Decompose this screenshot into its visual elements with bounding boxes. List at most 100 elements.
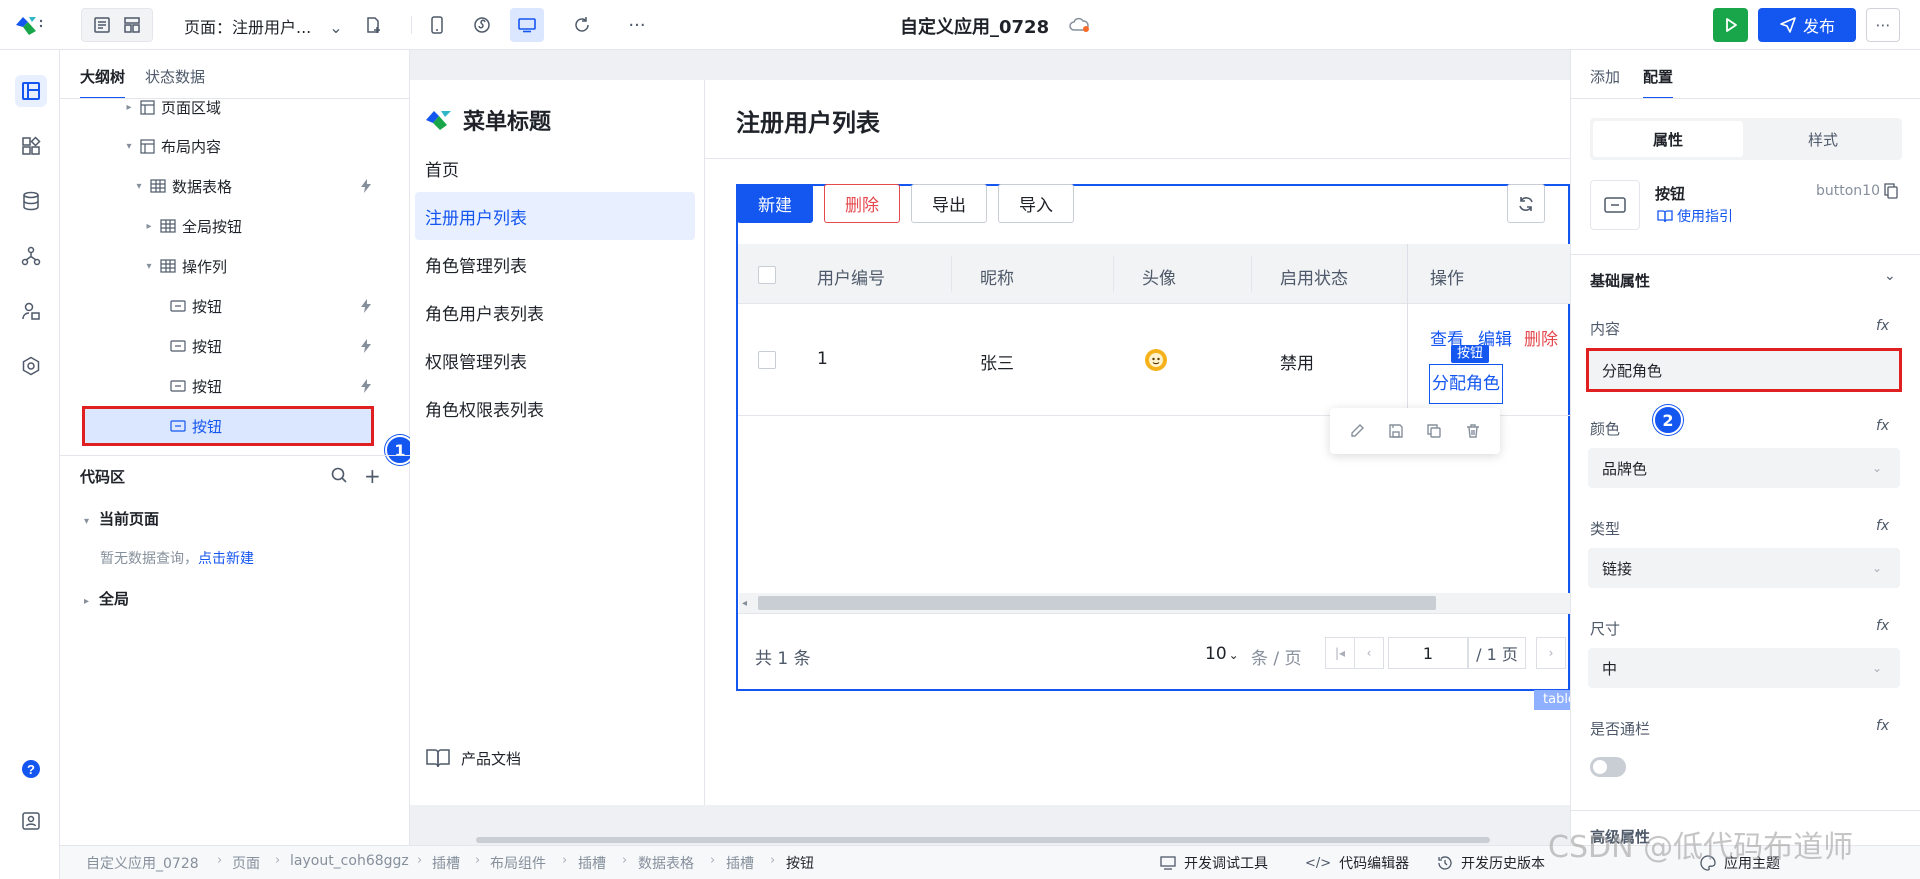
breadcrumb-item[interactable]: 数据表格 <box>638 853 694 873</box>
size-select[interactable]: 中 ⌄ <box>1588 648 1900 688</box>
cloud-sync-icon[interactable] <box>1068 16 1090 34</box>
col-actions: 操作 <box>1430 269 1464 289</box>
docs-link[interactable]: 产品文档 <box>425 747 521 769</box>
scrollbar-thumb[interactable] <box>758 596 1436 610</box>
menu-item-role-users[interactable]: 角色用户表列表 <box>415 288 695 336</box>
event-bolt-icon[interactable] <box>360 379 372 393</box>
create-query-link[interactable]: 点击新建 <box>198 551 254 567</box>
page-number-input[interactable]: 1 <box>1388 637 1468 669</box>
fx-icon[interactable]: fx <box>1876 718 1889 734</box>
mobile-view-icon[interactable] <box>420 8 454 42</box>
seg-properties[interactable]: 属性 <box>1593 121 1743 157</box>
tree-node-button[interactable]: 按钮 <box>60 369 410 403</box>
delete-link[interactable]: 删除 <box>1524 325 1558 350</box>
delete-button[interactable]: 删除 <box>824 184 900 223</box>
page-view-icon[interactable] <box>93 16 111 34</box>
import-button[interactable]: 导入 <box>998 184 1074 223</box>
section-basic-props[interactable]: 基础属性 <box>1590 270 1650 291</box>
menu-item-role-permissions[interactable]: 角色权限表列表 <box>415 384 695 432</box>
dev-debug-tools[interactable]: 开发调试工具 <box>1160 853 1268 873</box>
more-button[interactable]: ⋯ <box>1866 8 1900 42</box>
settings-icon[interactable] <box>15 350 47 382</box>
tree-node-data-table[interactable]: ▾ 数据表格 <box>60 169 410 203</box>
toolbar-more-icon[interactable]: ··· <box>620 8 654 42</box>
dev-history[interactable]: 开发历史版本 <box>1437 853 1545 873</box>
export-button[interactable]: 导出 <box>911 184 987 223</box>
code-editor[interactable]: </> 代码编辑器 <box>1305 853 1409 873</box>
tree-node-layout-content[interactable]: ▾ 布局内容 <box>60 129 410 163</box>
database-icon[interactable] <box>15 185 47 217</box>
publish-button[interactable]: 发布 <box>1758 8 1856 42</box>
workflow-icon[interactable] <box>15 240 47 272</box>
table-refresh-icon[interactable] <box>1507 184 1545 223</box>
event-bolt-icon[interactable] <box>360 299 372 313</box>
breadcrumb-item[interactable]: 自定义应用_0728 <box>86 853 199 873</box>
code-current-page[interactable]: ▾ 当前页面 <box>84 508 159 529</box>
breadcrumb-item[interactable]: layout_coh68ggz <box>290 853 409 869</box>
usage-guide-link[interactable]: 使用指引 <box>1657 206 1733 226</box>
copy-id-icon[interactable] <box>1884 183 1898 199</box>
search-icon[interactable] <box>330 466 348 484</box>
event-bolt-icon[interactable] <box>360 339 372 353</box>
tab-outline-tree[interactable]: 大纲树 <box>80 66 126 99</box>
total-count: 1 <box>777 649 789 669</box>
breadcrumb-item[interactable]: 布局组件 <box>490 853 546 873</box>
breadcrumb-item[interactable]: 插槽 <box>726 853 754 873</box>
tree-node-global-buttons[interactable]: ▸ 全局按钮 <box>60 209 410 243</box>
seg-style[interactable]: 样式 <box>1748 121 1898 157</box>
outline-icon[interactable] <box>15 75 47 107</box>
canvas-scrollbar[interactable] <box>476 837 1490 843</box>
tab-add[interactable]: 添加 <box>1590 66 1620 87</box>
tab-config[interactable]: 配置 <box>1643 66 1674 99</box>
next-page-icon[interactable]: › <box>1536 637 1566 669</box>
breadcrumb-item[interactable]: 页面 <box>232 853 260 873</box>
add-page-icon[interactable] <box>356 8 390 42</box>
tree-node-page-area[interactable]: ▸ 页面区域 <box>60 100 410 124</box>
breadcrumb-item[interactable]: 插槽 <box>578 853 606 873</box>
breadcrumb-current[interactable]: 按钮 <box>786 853 814 873</box>
first-page-icon[interactable]: |◂ <box>1325 637 1355 669</box>
fx-icon[interactable]: fx <box>1876 418 1889 434</box>
menu-item-permissions[interactable]: 权限管理列表 <box>415 336 695 384</box>
tree-node-action-column[interactable]: ▾ 操作列 <box>60 249 410 283</box>
menu-item-role-management[interactable]: 角色管理列表 <box>415 240 695 288</box>
row-checkbox[interactable] <box>758 351 776 369</box>
color-select[interactable]: 品牌色 ⌄ <box>1588 448 1900 488</box>
event-bolt-icon[interactable] <box>360 179 372 193</box>
trash-icon[interactable] <box>1465 423 1481 439</box>
code-global[interactable]: ▸ 全局 <box>84 588 129 609</box>
desktop-view-icon[interactable] <box>510 8 544 42</box>
menu-item-registered-users[interactable]: 注册用户列表 <box>415 192 695 240</box>
refresh-icon[interactable] <box>565 8 599 42</box>
new-button[interactable]: 新建 <box>737 184 813 223</box>
roles-icon[interactable] <box>15 295 47 327</box>
save-icon[interactable] <box>1388 423 1404 439</box>
prev-page-icon[interactable]: ‹ <box>1354 637 1384 669</box>
tree-node-button[interactable]: 按钮 <box>60 289 410 323</box>
block-toggle[interactable] <box>1590 757 1626 777</box>
tree-node-button[interactable]: 按钮 <box>60 329 410 363</box>
tab-state-data[interactable]: 状态数据 <box>145 66 205 87</box>
select-all-checkbox[interactable] <box>758 266 776 284</box>
components-icon[interactable] <box>15 130 47 162</box>
fx-icon[interactable]: fx <box>1876 518 1889 534</box>
assign-role-button[interactable]: 分配角色 <box>1429 364 1503 404</box>
app-logo[interactable] <box>14 13 44 37</box>
chevron-down-icon[interactable]: ⌄ <box>1884 268 1896 284</box>
mini-program-icon[interactable] <box>465 8 499 42</box>
run-button[interactable] <box>1713 8 1748 42</box>
user-card-icon[interactable] <box>15 805 47 837</box>
breadcrumb-item[interactable]: 插槽 <box>432 853 460 873</box>
add-icon[interactable]: + <box>364 464 381 488</box>
edit-icon[interactable] <box>1349 423 1365 439</box>
fx-icon[interactable]: fx <box>1876 618 1889 634</box>
fx-icon[interactable]: fx <box>1876 318 1889 334</box>
copy-icon[interactable] <box>1426 423 1442 439</box>
type-select[interactable]: 链接 ⌄ <box>1588 548 1900 588</box>
page-selector[interactable]: 页面：注册用户... ⌄ <box>184 14 343 38</box>
page-size-select[interactable]: 10 ⌄ <box>1205 644 1239 664</box>
layout-view-icon[interactable] <box>123 16 141 34</box>
help-icon[interactable]: ? <box>15 753 47 785</box>
menu-item-home[interactable]: 首页 <box>415 144 695 192</box>
scroll-left-icon[interactable]: ◂ <box>742 598 747 609</box>
